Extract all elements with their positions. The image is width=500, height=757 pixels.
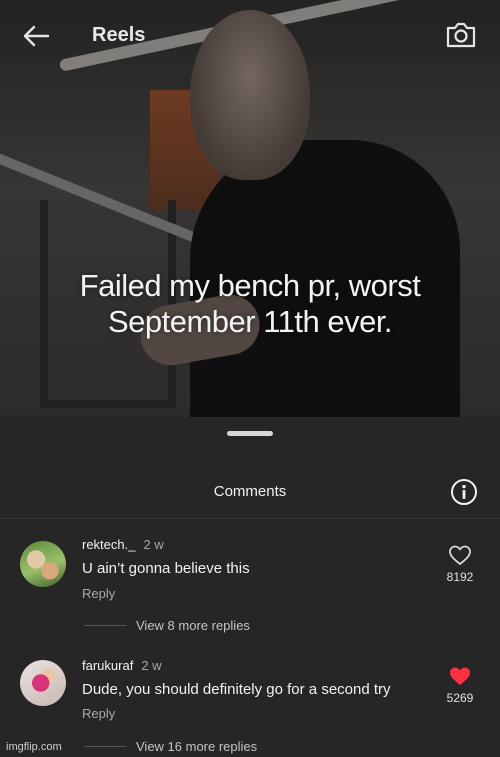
avatar[interactable]: [20, 541, 66, 587]
caption-line-2: September 11th ever.: [107, 304, 393, 339]
comment-text: U ain’t gonna believe this: [82, 560, 250, 577]
comments-title: Comments: [213, 483, 287, 500]
reel-video[interactable]: Reels Failed my bench pr, worst Septembe…: [0, 0, 500, 417]
avatar[interactable]: [20, 660, 66, 706]
sheet-drag-handle[interactable]: [227, 431, 273, 436]
view-replies-link[interactable]: View 16 more replies: [136, 739, 257, 754]
heart-outline-icon[interactable]: [448, 544, 472, 566]
comment-header: rektech._ 2 w: [82, 537, 164, 552]
view-replies-link[interactable]: View 8 more replies: [136, 618, 250, 633]
back-arrow-icon[interactable]: [20, 20, 52, 52]
comment-text: Dude, you should definitely go for a sec…: [82, 681, 391, 698]
replies-divider-line: [84, 625, 126, 626]
comment-username[interactable]: farukuraf: [82, 658, 133, 673]
watermark: imgflip.com: [6, 741, 62, 753]
replies-divider-line: [84, 746, 126, 747]
info-icon[interactable]: [450, 478, 478, 506]
comment-time: 2 w: [143, 537, 164, 552]
like-count: 5269: [446, 691, 474, 705]
comment-header: farukuraf 2 w: [82, 658, 162, 673]
comment-username[interactable]: rektech._: [82, 537, 135, 552]
page-title: Reels: [92, 24, 146, 46]
comment-time: 2 w: [141, 658, 162, 673]
sheet-divider: [0, 518, 500, 519]
top-bar: Reels: [0, 0, 500, 70]
reply-button[interactable]: Reply: [82, 706, 115, 721]
reply-button[interactable]: Reply: [82, 586, 115, 601]
camera-icon[interactable]: [444, 18, 478, 52]
heart-filled-icon[interactable]: [448, 665, 472, 687]
video-caption: Failed my bench pr, worst September 11th…: [0, 268, 500, 340]
caption-line-1: Failed my bench pr, worst: [79, 268, 421, 303]
comments-sheet: Comments rektech._ 2 w U ain’t gonna beli…: [0, 417, 500, 757]
like-count: 8192: [446, 570, 474, 584]
